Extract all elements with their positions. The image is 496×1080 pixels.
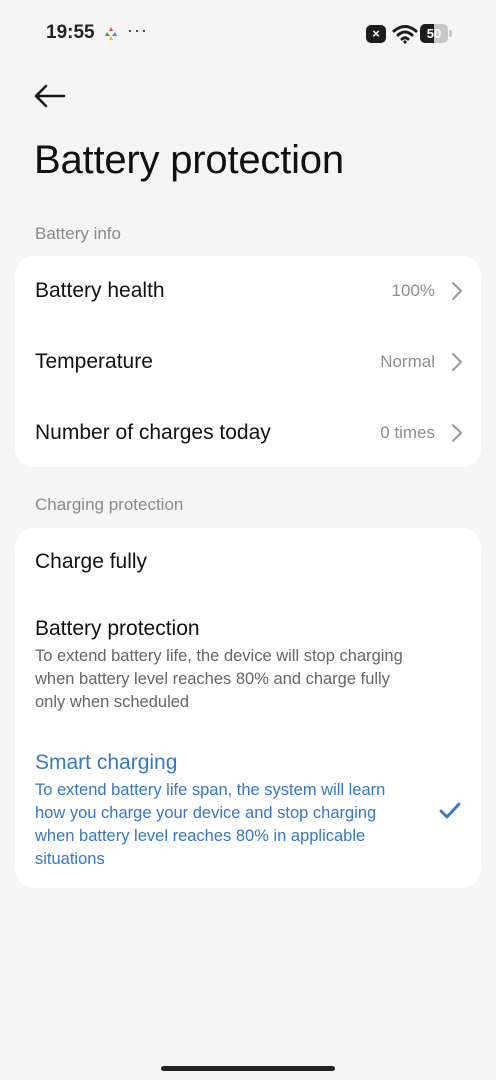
charging-protection-card: Charge fully Battery protection To exten… — [15, 528, 481, 888]
close-notification-icon: × — [366, 25, 386, 43]
page-title: Battery protection — [34, 138, 344, 182]
section-label-battery-info: Battery info — [35, 224, 121, 243]
option-title: Charge fully — [35, 550, 148, 573]
battery-icon: 50 — [420, 24, 452, 43]
battery-info-card: Battery health 100% Temperature Normal N… — [15, 256, 481, 467]
chevron-right-icon — [452, 353, 462, 371]
option-description: To extend battery life, the device will … — [35, 647, 403, 711]
charges-today-value: 0 times — [380, 423, 435, 442]
chevron-right-icon — [452, 424, 462, 442]
temperature-label: Temperature — [35, 350, 153, 373]
chevron-right-icon — [452, 282, 462, 300]
battery-health-row[interactable]: Battery health 100% — [15, 256, 481, 326]
back-arrow-icon[interactable] — [30, 80, 70, 112]
battery-level: 50 — [426, 26, 442, 41]
wifi-icon — [392, 25, 418, 44]
battery-health-value: 100% — [391, 281, 435, 300]
home-indicator[interactable] — [161, 1066, 335, 1071]
charges-today-row[interactable]: Number of charges today 0 times — [15, 398, 481, 468]
option-battery-protection[interactable]: Battery protection To extend battery lif… — [35, 617, 461, 714]
option-description: To extend battery life span, the system … — [35, 781, 386, 868]
section-label-charging-protection: Charging protection — [35, 495, 184, 514]
option-title: Smart charging — [35, 751, 178, 774]
option-smart-charging[interactable]: Smart charging To extend battery life sp… — [35, 751, 461, 871]
temperature-row[interactable]: Temperature Normal — [15, 327, 481, 397]
status-bar: 19:55 ··· × 50 — [0, 0, 496, 68]
status-time: 19:55 — [46, 22, 95, 43]
more-notifications-icon: ··· — [127, 20, 148, 40]
charges-today-label: Number of charges today — [35, 421, 271, 444]
temperature-value: Normal — [380, 352, 435, 371]
battery-health-label: Battery health — [35, 279, 165, 302]
app-notification-icon — [105, 27, 117, 40]
option-title: Battery protection — [35, 617, 200, 640]
checkmark-icon — [439, 802, 461, 819]
option-charge-fully[interactable]: Charge fully — [35, 550, 461, 574]
